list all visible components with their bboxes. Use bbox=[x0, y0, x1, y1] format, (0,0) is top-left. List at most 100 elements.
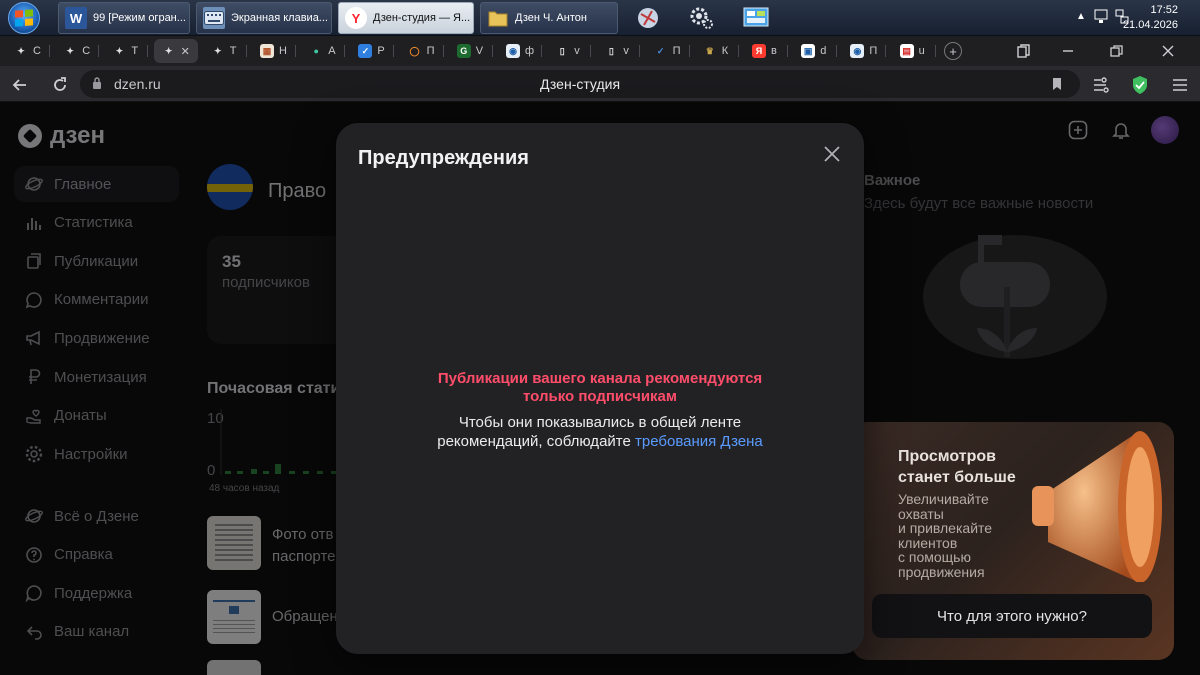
taskbar-button-label: Дзен Ч. Антон bbox=[515, 12, 587, 24]
page-title: Дзен-студия bbox=[539, 76, 621, 92]
taskbar-button-keyboard[interactable]: Экранная клавиа... bbox=[196, 2, 332, 34]
gears-icon[interactable] bbox=[682, 3, 722, 33]
taskbar-button-label: 99 [Режим огран... bbox=[93, 12, 186, 24]
promo-text-line: Увеличивайте bbox=[898, 491, 989, 507]
display-icon[interactable] bbox=[1094, 9, 1108, 28]
modal-text-fragment: рекомендаций, соблюдайте bbox=[437, 433, 635, 450]
browser-tab[interactable]: ✦ С bbox=[6, 39, 50, 63]
tab-label: Т bbox=[131, 45, 139, 57]
tab-label: Т bbox=[229, 45, 237, 57]
tab-separator bbox=[49, 45, 50, 57]
minimize-icon[interactable] bbox=[1060, 43, 1076, 59]
browser-tab[interactable]: ✦ Т bbox=[104, 39, 149, 63]
monitor-icon: ▣ bbox=[801, 44, 816, 58]
back-arrow-icon[interactable] bbox=[10, 75, 30, 95]
browser-tab[interactable]: ✦ Т bbox=[203, 39, 247, 63]
keyboard-icon bbox=[203, 7, 225, 29]
colorful-icon: ● bbox=[313, 46, 319, 56]
extensions-icon[interactable] bbox=[1090, 75, 1110, 95]
tab-label: С bbox=[82, 45, 91, 57]
protect-shield-icon[interactable] bbox=[1130, 75, 1150, 95]
tab-label: А bbox=[328, 45, 336, 57]
tray-expand-icon[interactable]: ▲ bbox=[1076, 11, 1086, 22]
control-panel-icon[interactable] bbox=[736, 3, 776, 33]
close-icon[interactable] bbox=[822, 145, 842, 165]
browser-tab[interactable]: ▣ d bbox=[793, 39, 838, 63]
browser-tab[interactable]: ◉ П bbox=[842, 39, 887, 63]
crest-icon: ♛ bbox=[705, 45, 714, 56]
browser-tab[interactable]: ◉ ф bbox=[498, 39, 542, 63]
promo-title: Просмотров станет больше bbox=[898, 446, 1016, 488]
tab-label: ф bbox=[525, 45, 535, 57]
browser-tab[interactable]: ✓ П bbox=[646, 39, 690, 63]
modal-text-line: рекомендаций, соблюдайте требования Дзен… bbox=[336, 432, 864, 451]
browser-tab[interactable]: Яв bbox=[744, 39, 788, 63]
window-close-icon[interactable] bbox=[1160, 43, 1176, 59]
yandex-browser-icon: Y bbox=[345, 7, 367, 29]
taskbar-button-label: Экранная клавиа... bbox=[231, 12, 328, 24]
sparkle-icon: ✦ bbox=[164, 45, 173, 56]
modal-warning-line: Публикации вашего канала рекомендуются bbox=[437, 370, 763, 387]
tab-separator bbox=[98, 45, 100, 57]
new-tab-icon[interactable]: + bbox=[944, 42, 962, 60]
tab-close-icon[interactable]: ✕ bbox=[181, 45, 190, 58]
menu-icon[interactable] bbox=[1170, 75, 1190, 95]
tab-label: Р bbox=[377, 45, 385, 57]
bookmark-icon[interactable] bbox=[1052, 77, 1062, 96]
browser-tab[interactable]: ● А bbox=[301, 39, 346, 63]
tab-separator bbox=[541, 45, 542, 57]
modal-text: Чтобы они показывались в общей ленте рек… bbox=[336, 413, 864, 451]
browser-tab[interactable]: ◯ П bbox=[400, 39, 444, 63]
taskbar-button-word[interactable]: W 99 [Режим огран... bbox=[58, 2, 190, 34]
tab-strip: ✦ С ✦ С ✦ Т ✦ ✕ ✦ Т ▦ Н ● А ✓ Р ◯ П G V ◉ ф ▯ v ▯ v ✓ П ♛ К Яв ▣ d ◉ П ▤ u + bbox=[0, 36, 1200, 66]
tab-separator bbox=[934, 45, 936, 57]
browser-tab[interactable]: ▯ v bbox=[596, 39, 641, 63]
clock-time[interactable]: 17:52 bbox=[1150, 4, 1178, 16]
clock-date[interactable]: 21.04.2026 bbox=[1123, 19, 1178, 31]
tab-separator bbox=[295, 45, 296, 57]
browser-tab[interactable]: GV bbox=[449, 39, 493, 63]
tab-separator bbox=[442, 45, 444, 57]
restore-icon[interactable] bbox=[1108, 43, 1124, 59]
tab-label: П bbox=[672, 45, 681, 57]
requirements-link[interactable]: требования Дзена bbox=[635, 433, 763, 450]
tab-label: v bbox=[574, 45, 580, 57]
promo-text-line: клиентов bbox=[898, 534, 958, 551]
system-tray: ▲ 17:52 21.04.2026 bbox=[1070, 0, 1200, 36]
browser-tab[interactable]: ✓ Р bbox=[350, 39, 395, 63]
taskbar-button-browser[interactable]: Y Дзен-студия — Я... bbox=[338, 2, 474, 34]
pdf-icon: ▤ bbox=[899, 44, 914, 58]
browser-tab[interactable]: ▯ v bbox=[547, 39, 592, 63]
start-button[interactable] bbox=[4, 1, 44, 35]
word-icon: W bbox=[65, 7, 87, 29]
promo-title-line: Просмотров bbox=[898, 448, 996, 465]
browser-tab[interactable]: ▦ Н bbox=[252, 39, 296, 63]
promo-button[interactable]: Что для этого нужно? bbox=[872, 594, 1152, 638]
taskbar-button-folder[interactable]: Дзен Ч. Антон bbox=[480, 2, 618, 34]
modal-title: Предупреждения bbox=[358, 147, 529, 169]
tab-separator bbox=[639, 45, 641, 57]
tab-separator bbox=[147, 45, 149, 57]
check-icon: ✓ bbox=[656, 45, 665, 56]
collections-icon[interactable] bbox=[1016, 43, 1032, 59]
tab-label: Н bbox=[279, 45, 287, 57]
browser-tab[interactable]: ✦ С bbox=[55, 39, 100, 63]
browser-tab[interactable]: ✦ ✕ bbox=[153, 39, 198, 63]
tab-separator bbox=[491, 45, 493, 57]
promo-text-line: продвижения bbox=[898, 563, 985, 580]
tab-label: П bbox=[426, 45, 435, 57]
promo-card[interactable]: Просмотров станет больше Увеличивайте ох… bbox=[852, 422, 1174, 660]
browser-tab[interactable]: ♛ К bbox=[695, 39, 739, 63]
satellite-icon[interactable] bbox=[628, 3, 668, 33]
promo-title-line: станет больше bbox=[898, 469, 1016, 486]
gs1-icon: G bbox=[456, 44, 471, 58]
sparkle-icon: ✦ bbox=[66, 45, 74, 56]
tab-label: С bbox=[33, 45, 41, 57]
navigation-bar: dzen.ru Дзен-студия bbox=[0, 66, 1200, 102]
promo-text: Увеличивайте охваты и привлекайте клиент… bbox=[898, 492, 1038, 579]
globe-icon: ◉ bbox=[850, 44, 865, 58]
address-bar[interactable]: dzen.ru Дзен-студия bbox=[80, 70, 1080, 98]
browser-tab[interactable]: ▤ u bbox=[892, 39, 936, 63]
megaphone-illustration bbox=[1032, 431, 1162, 582]
reload-icon[interactable] bbox=[50, 75, 70, 95]
